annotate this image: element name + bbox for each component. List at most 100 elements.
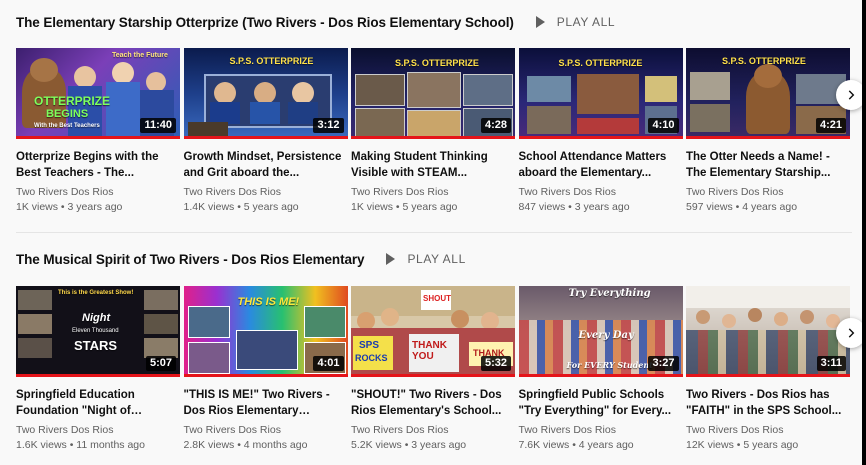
chevron-right-icon bbox=[848, 90, 855, 100]
video-thumbnail[interactable]: Try Everything Every Day For EVERY Stude… bbox=[518, 286, 683, 377]
play-all-button[interactable]: PLAY ALL bbox=[386, 252, 465, 266]
thumbnail-caption: With the Best Teachers bbox=[34, 123, 100, 129]
video-title[interactable]: Making Student Thinking Visible with STE… bbox=[351, 149, 515, 181]
duration-badge: 4:10 bbox=[648, 118, 679, 133]
video-card[interactable]: Teach the Future OTTERPRIZE BEGINS With … bbox=[16, 48, 180, 215]
video-title[interactable]: The Otter Needs a Name! - The Elementary… bbox=[686, 149, 850, 181]
shelf-divider bbox=[16, 232, 852, 233]
thumbnail-caption: This is the Greatest Show! bbox=[58, 290, 134, 296]
play-all-button[interactable]: PLAY ALL bbox=[535, 15, 615, 29]
video-meta: 7.6K views • 4 years ago bbox=[518, 439, 634, 451]
thumbnail-caption: OTTERPRIZE bbox=[34, 94, 111, 108]
channel-name[interactable]: Two Rivers Dos Rios bbox=[184, 185, 348, 200]
video-card[interactable]: S.P.S. OTTERPRIZE 4:28 Making Student Th… bbox=[351, 48, 515, 215]
video-thumbnail[interactable]: S.P.S. OTTERPRIZE 4:21 bbox=[686, 48, 850, 139]
watch-progress-bar bbox=[16, 374, 180, 377]
duration-badge: 4:21 bbox=[815, 118, 846, 133]
shelf-next-button[interactable] bbox=[836, 80, 862, 110]
video-meta: 5.2K views • 3 years ago bbox=[351, 439, 467, 451]
watch-progress-bar bbox=[686, 374, 850, 377]
thumbnail-caption: Try Everything bbox=[568, 288, 651, 299]
video-title[interactable]: Springfield Education Foundation "Night … bbox=[16, 387, 180, 419]
watch-progress-bar bbox=[183, 374, 348, 377]
duration-badge: 11:40 bbox=[140, 118, 176, 133]
video-title[interactable]: Two Rivers - Dos Rios has "FAITH" in the… bbox=[686, 387, 850, 419]
video-thumbnail[interactable]: S.P.S. OTTERPRIZE 4:28 bbox=[351, 48, 515, 139]
thumbnail-caption: SHOUT bbox=[423, 294, 451, 303]
shelf-title[interactable]: The Musical Spirit of Two Rivers - Dos R… bbox=[16, 252, 365, 267]
duration-badge: 3:11 bbox=[816, 356, 846, 371]
video-card[interactable]: 3:11 Two Rivers - Dos Rios has "FAITH" i… bbox=[686, 286, 850, 453]
video-meta: 847 views • 3 years ago bbox=[518, 201, 630, 213]
video-meta: 1.6K views • 11 months ago bbox=[16, 439, 145, 451]
thumbnail-caption: ROCKS bbox=[355, 353, 388, 363]
video-card[interactable]: S.P.S. OTTERPRIZE 4:10 School Attendance… bbox=[518, 48, 683, 215]
thumbnail-caption: S.P.S. OTTERPRIZE bbox=[558, 58, 643, 68]
video-meta: 1.4K views • 5 years ago bbox=[183, 201, 299, 213]
watch-progress-bar bbox=[351, 136, 515, 139]
video-title[interactable]: "THIS IS ME!" Two Rivers - Dos Rios Elem… bbox=[184, 387, 348, 419]
video-meta: 1K views • 5 years ago bbox=[351, 201, 458, 213]
watch-progress-bar bbox=[16, 136, 180, 139]
duration-badge: 3:12 bbox=[313, 118, 344, 133]
thumbnail-caption: Eleven Thousand bbox=[72, 328, 119, 334]
video-card[interactable]: S.P.S. OTTERPRIZE 4:21 The Otter Needs a… bbox=[686, 48, 850, 215]
watch-progress-bar bbox=[183, 136, 348, 139]
video-card[interactable]: This is the Greatest Show! Night Eleven … bbox=[16, 286, 180, 453]
channel-name[interactable]: Two Rivers Dos Rios bbox=[16, 185, 180, 200]
channel-name[interactable]: Two Rivers Dos Rios bbox=[184, 423, 348, 438]
video-card[interactable]: SHOUT SPS ROCKS THANK YOU THANK 5:32 "SH… bbox=[351, 286, 515, 453]
shelf-header: The Musical Spirit of Two Rivers - Dos R… bbox=[16, 247, 466, 271]
duration-badge: 4:28 bbox=[480, 118, 511, 133]
thumbnail-caption: BEGINS bbox=[46, 108, 89, 120]
watch-progress-bar bbox=[518, 374, 683, 377]
watch-progress-bar bbox=[518, 136, 683, 139]
channel-name[interactable]: Two Rivers Dos Rios bbox=[351, 185, 515, 200]
video-thumbnail[interactable]: THIS IS ME! 4:01 bbox=[183, 286, 348, 377]
duration-badge: 5:32 bbox=[480, 356, 511, 371]
video-thumbnail[interactable]: S.P.S. OTTERPRIZE 3:12 bbox=[183, 48, 348, 139]
video-title[interactable]: School Attendance Matters aboard the Ele… bbox=[519, 149, 683, 181]
video-thumbnail[interactable]: Teach the Future OTTERPRIZE BEGINS With … bbox=[16, 48, 180, 139]
duration-badge: 3:27 bbox=[648, 356, 679, 371]
thumbnail-caption: For EVERY Student bbox=[566, 360, 653, 370]
video-meta: 12K views • 5 years ago bbox=[686, 439, 799, 451]
thumbnail-caption: SPS bbox=[359, 340, 380, 351]
watch-progress-bar bbox=[686, 136, 850, 139]
video-thumbnail[interactable]: S.P.S. OTTERPRIZE 4:10 bbox=[518, 48, 683, 139]
video-title[interactable]: Springfield Public Schools "Try Everythi… bbox=[519, 387, 683, 419]
video-title[interactable]: Otterprize Begins with the Best Teachers… bbox=[16, 149, 180, 181]
video-row: Teach the Future OTTERPRIZE BEGINS With … bbox=[16, 48, 854, 215]
thumbnail-caption: THIS IS ME! bbox=[237, 296, 300, 308]
thumbnail-caption: Teach the Future bbox=[112, 52, 168, 59]
video-meta: 2.8K views • 4 months ago bbox=[183, 439, 308, 451]
video-row: This is the Greatest Show! Night Eleven … bbox=[16, 286, 854, 453]
thumbnail-caption: S.P.S. OTTERPRIZE bbox=[229, 56, 314, 66]
thumbnail-caption: S.P.S. OTTERPRIZE bbox=[395, 58, 479, 68]
channel-name[interactable]: Two Rivers Dos Rios bbox=[351, 423, 515, 438]
watch-progress-bar bbox=[351, 374, 515, 377]
video-card[interactable]: Try Everything Every Day For EVERY Stude… bbox=[518, 286, 683, 453]
shelf-next-button[interactable] bbox=[836, 318, 862, 348]
channel-name[interactable]: Two Rivers Dos Rios bbox=[16, 423, 180, 438]
channel-name[interactable]: Two Rivers Dos Rios bbox=[686, 185, 850, 200]
play-all-label: PLAY ALL bbox=[407, 252, 466, 266]
video-card[interactable]: THIS IS ME! 4:01 "THIS IS ME!" Two River… bbox=[183, 286, 348, 453]
thumbnail-caption: STARS bbox=[74, 338, 118, 353]
video-card[interactable]: S.P.S. OTTERPRIZE 3:12 Growth Mindset, P… bbox=[183, 48, 348, 215]
video-thumbnail[interactable]: 3:11 bbox=[686, 286, 850, 377]
shelf-header: The Elementary Starship Otterprize (Two … bbox=[16, 10, 615, 34]
shelf-title[interactable]: The Elementary Starship Otterprize (Two … bbox=[16, 15, 514, 30]
channel-name[interactable]: Two Rivers Dos Rios bbox=[519, 423, 683, 438]
video-thumbnail[interactable]: SHOUT SPS ROCKS THANK YOU THANK 5:32 bbox=[351, 286, 515, 377]
thumbnail-caption: Every Day bbox=[578, 330, 634, 341]
channel-name[interactable]: Two Rivers Dos Rios bbox=[519, 185, 683, 200]
video-meta: 597 views • 4 years ago bbox=[686, 201, 798, 213]
play-icon bbox=[535, 16, 545, 28]
video-title[interactable]: Growth Mindset, Persistence and Grit abo… bbox=[184, 149, 348, 181]
duration-badge: 4:01 bbox=[313, 356, 344, 371]
video-title[interactable]: "SHOUT!" Two Rivers - Dos Rios Elementar… bbox=[351, 387, 515, 419]
channel-name[interactable]: Two Rivers Dos Rios bbox=[686, 423, 850, 438]
video-thumbnail[interactable]: This is the Greatest Show! Night Eleven … bbox=[16, 286, 180, 377]
thumbnail-caption: THANK YOU bbox=[412, 340, 447, 362]
